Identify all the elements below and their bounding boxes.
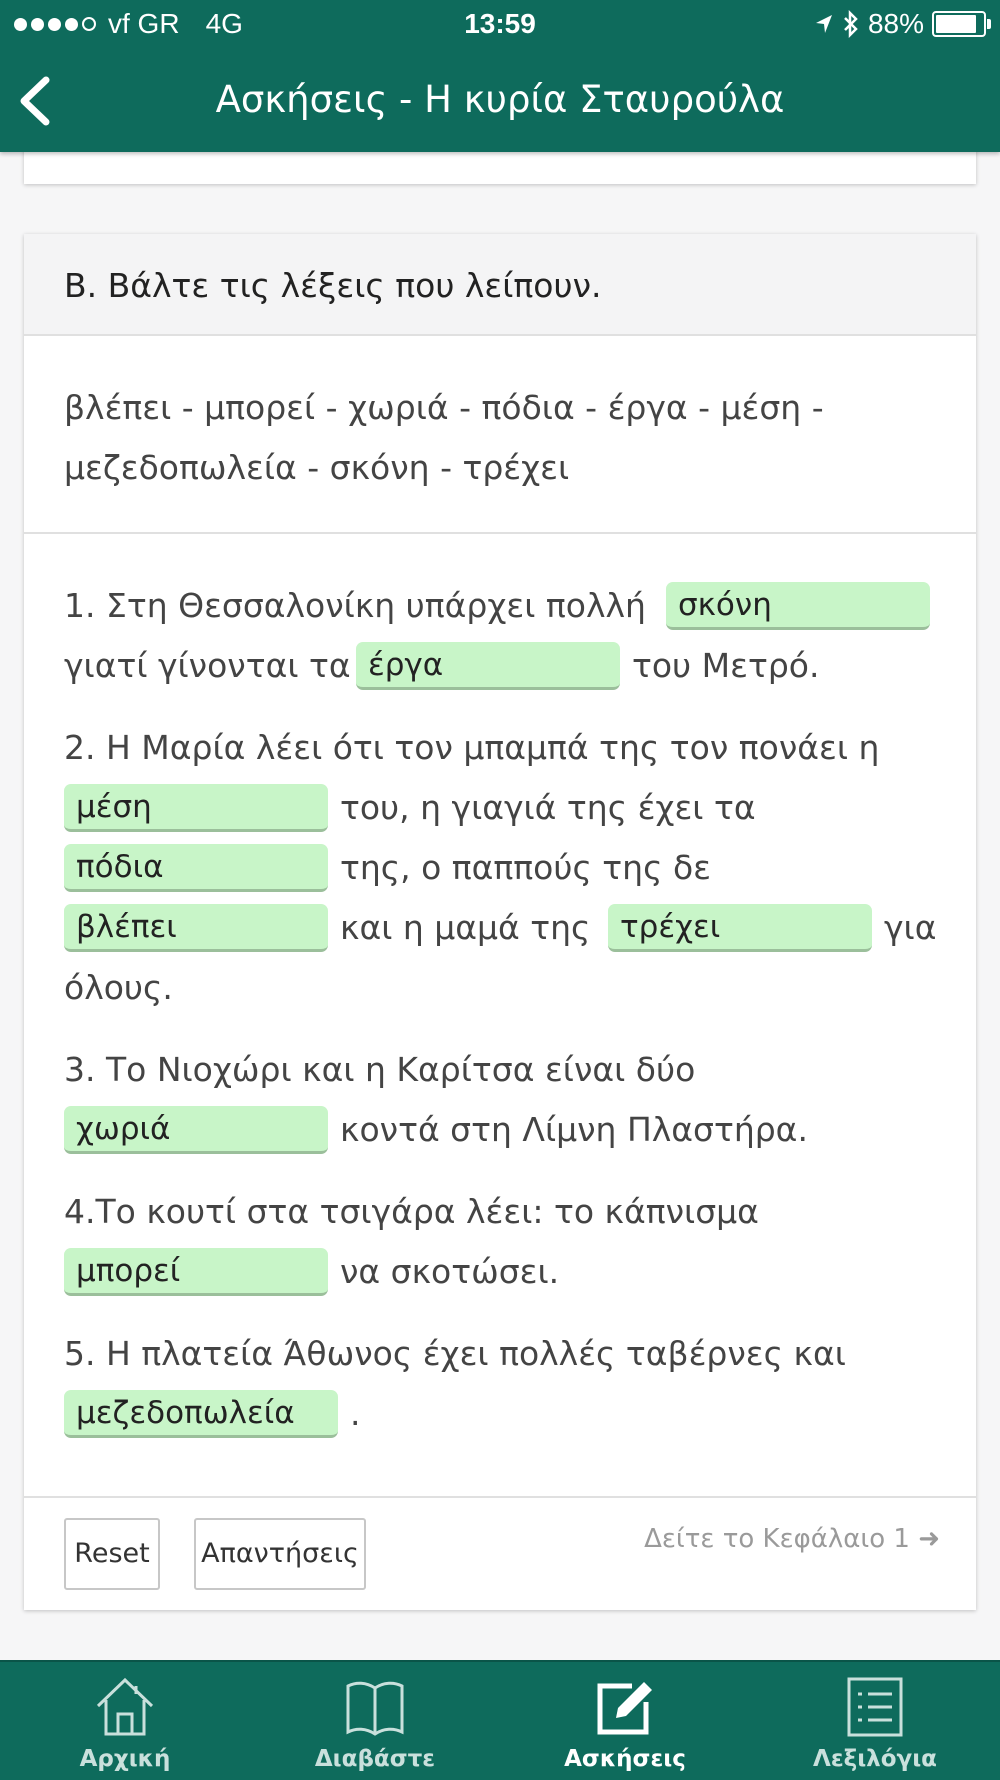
question-text: για (884, 908, 937, 947)
tab-label: Λεξιλόγια (813, 1746, 937, 1772)
question-text: 3. Το Νιοχώρι και η Καρίτσα είναι δύο (64, 1050, 696, 1089)
divider (24, 532, 976, 534)
list-icon (847, 1677, 903, 1737)
tab-label: Αρχική (79, 1746, 171, 1772)
tab-home[interactable]: Αρχική (0, 1662, 250, 1780)
question-1-line: 1. Στη Θεσσαλονίκη υπάρχει πολλή σκόνη (64, 576, 964, 636)
answer-blank[interactable]: μεζεδοπωλεία (64, 1390, 338, 1438)
bluetooth-icon (844, 10, 858, 38)
question-text: να σκοτώσει. (340, 1252, 560, 1291)
question-text: και η μαμά της (340, 908, 591, 947)
status-right: 88% (814, 8, 991, 40)
battery-fill (936, 15, 977, 33)
chapter-link[interactable]: Δείτε το Κεφάλαιο 1 ➜ (644, 1524, 940, 1554)
exercise-title: B. Βάλτε τις λέξεις που λείπουν. (64, 266, 602, 305)
question-3-line: χωριά κοντά στη Λίμνη Πλαστήρα. (64, 1100, 964, 1160)
book-icon (346, 1681, 404, 1736)
question-text: κοντά στη Λίμνη Πλαστήρα. (340, 1110, 808, 1149)
answers-button[interactable]: Απαντήσεις (194, 1518, 366, 1590)
question-2-line: πόδια της, ο παππούς της δε (64, 838, 964, 898)
question-text: 2. Η Μαρία λέει ότι τον μπαμπά της τον π… (64, 728, 880, 767)
question-2-line: 2. Η Μαρία λέει ότι τον μπαμπά της τον π… (64, 718, 964, 778)
answer-blank[interactable]: μέση (64, 784, 328, 832)
answer-blank[interactable]: μπορεί (64, 1248, 328, 1296)
nav-bar: Ασκήσεις - Η κυρία Σταυρούλα (0, 50, 1000, 152)
question-text: της, ο παππούς της δε (340, 848, 711, 887)
answer-blank[interactable]: πόδια (64, 844, 328, 892)
question-2-line: όλους. (64, 958, 964, 1018)
question-text: όλους. (64, 968, 173, 1007)
status-bar: vf GR 4G 13:59 88% (0, 0, 1000, 50)
edit-icon (597, 1682, 652, 1735)
answer-blank[interactable]: βλέπει (64, 904, 328, 952)
answer-blank[interactable]: τρέχει (608, 904, 872, 952)
question-text: γιατί γίνονται τα (64, 646, 351, 685)
question-text: 4.Το κουτί στα τσιγάρα λέει: το κάπνισμα (64, 1192, 759, 1231)
word-bank: βλέπει - μπορεί - χωριά - πόδια - έργα -… (64, 378, 924, 498)
battery-icon (932, 11, 991, 37)
question-text: 5. Η πλατεία Άθωνος έχει πολλές ταβέρνες… (64, 1334, 846, 1373)
exercise-header: B. Βάλτε τις λέξεις που λείπουν. (24, 234, 976, 336)
reset-button[interactable]: Reset (64, 1518, 160, 1590)
question-text: 1. Στη Θεσσαλονίκη υπάρχει πολλή (64, 586, 646, 625)
question-text: . (350, 1394, 361, 1433)
exercise-card: B. Βάλτε τις λέξεις που λείπουν. βλέπει … (24, 234, 976, 1610)
divider (24, 1496, 976, 1498)
question-5-line: 5. Η πλατεία Άθωνος έχει πολλές ταβέρνες… (64, 1324, 964, 1384)
question-4-line: 4.Το κουτί στα τσιγάρα λέει: το κάπνισμα (64, 1182, 964, 1242)
question-2-line: βλέπει και η μαμά της τρέχει για (64, 898, 964, 958)
question-text: του, η γιαγιά της έχει τα (340, 788, 756, 827)
tab-exercises[interactable]: Ασκήσεις (500, 1662, 750, 1780)
answer-blank[interactable]: χωριά (64, 1106, 328, 1154)
question-3-line: 3. Το Νιοχώρι και η Καρίτσα είναι δύο (64, 1040, 964, 1100)
question-2-line: μέση του, η γιαγιά της έχει τα (64, 778, 964, 838)
tab-vocabulary[interactable]: Λεξιλόγια (750, 1662, 1000, 1780)
page-title: Ασκήσεις - Η κυρία Σταυρούλα (215, 78, 785, 121)
tab-label: Διαβάστε (314, 1746, 436, 1772)
exercise-questions: 1. Στη Θεσσαλονίκη υπάρχει πολλή σκόνη γ… (64, 576, 964, 1444)
answer-blank[interactable]: σκόνη (666, 582, 930, 630)
word-bank-line: μεζεδοπωλεία - σκόνη - τρέχει (64, 448, 570, 487)
battery-percent: 88% (867, 8, 924, 39)
answer-blank[interactable]: έργα (356, 642, 620, 690)
home-icon (96, 1677, 154, 1736)
location-arrow-icon (815, 15, 832, 33)
question-5-line: μεζεδοπωλεία . (64, 1384, 964, 1444)
tab-label: Ασκήσεις (564, 1746, 686, 1772)
question-text: του Μετρό. (632, 646, 820, 685)
question-4-line: μπορεί να σκοτώσει. (64, 1242, 964, 1302)
question-1-line: γιατί γίνονται τα έργα του Μετρό. (64, 636, 964, 696)
word-bank-line: βλέπει - μπορεί - χωριά - πόδια - έργα -… (64, 388, 824, 427)
tab-read[interactable]: Διαβάστε (250, 1662, 500, 1780)
top-bar: vf GR 4G 13:59 88% Ασκήσεις - Η κυρία Στ… (0, 0, 1000, 152)
tab-bar: Αρχική Διαβάστε Ασκήσεις Λεξιλόγια (0, 1660, 1000, 1780)
